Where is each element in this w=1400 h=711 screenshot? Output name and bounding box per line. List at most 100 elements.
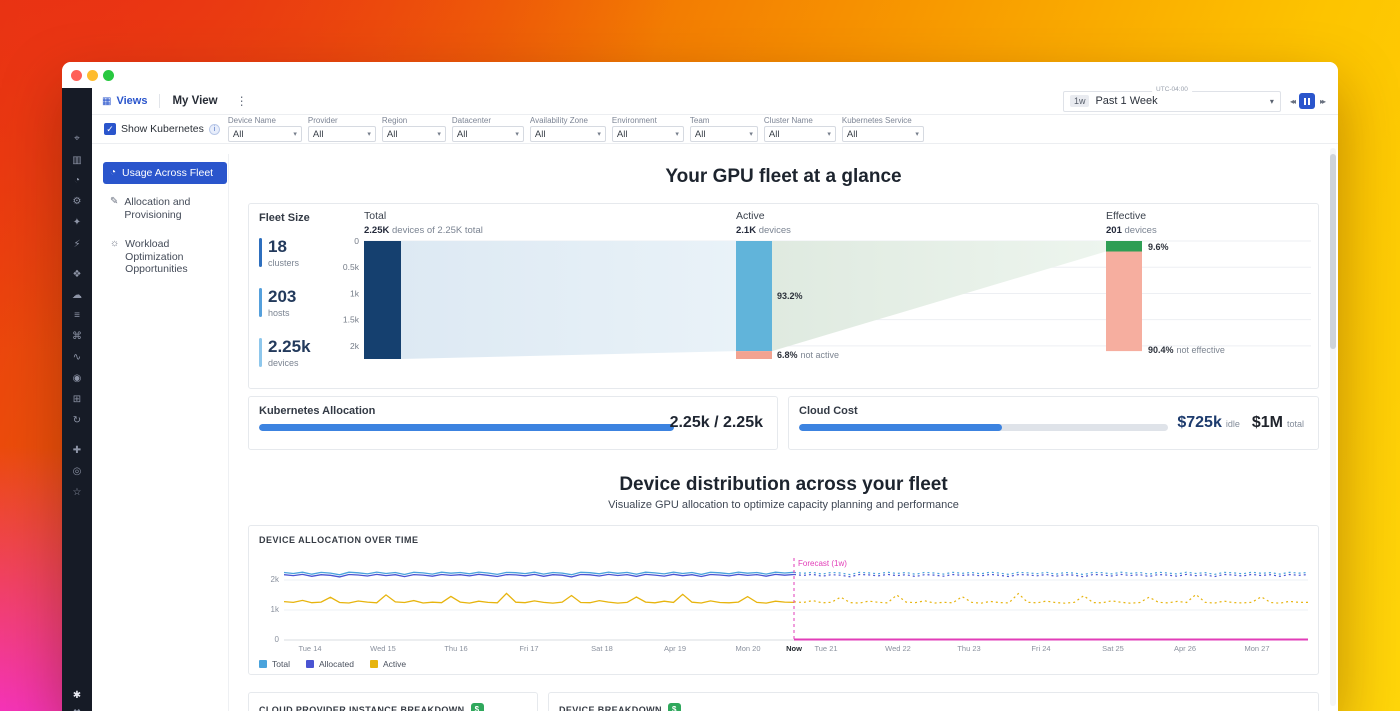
savings-badge-icon: $ [668, 703, 681, 711]
errors-icon[interactable]: ✚ [62, 445, 92, 457]
playback-controls: ◂◂ ▸▸ [1290, 93, 1324, 109]
filter-select-device-name[interactable]: All▾ [228, 126, 302, 142]
sankey-col-active: Active2.1K devices [736, 210, 791, 236]
cloud-icon[interactable]: ☁ [62, 290, 92, 302]
svg-text:93.2%: 93.2% [777, 291, 803, 301]
filter-select-region[interactable]: All▾ [382, 126, 446, 142]
notebooks-icon[interactable]: ☆ [62, 487, 92, 499]
cloud-provider-breakdown-header: CLOUD PROVIDER INSTANCE BREAKDOWN $ [259, 703, 484, 711]
x-tick-fri-17: Fri 17 [519, 644, 538, 653]
kubernetes-allocation-card: Kubernetes Allocation 2.25k / 2.25k [248, 396, 778, 450]
window-titlebar [62, 62, 1338, 88]
filter-select-datacenter[interactable]: All▾ [452, 126, 524, 142]
forecast-label: Forecast (1w) [798, 559, 847, 568]
skip-forward-button[interactable]: ▸▸ [1320, 97, 1324, 106]
filter-value: All [847, 129, 858, 140]
y-tick-0: 0 [257, 635, 279, 644]
total-cost-label: total [1287, 419, 1304, 429]
kebab-menu-icon[interactable]: ⋮ [236, 94, 248, 108]
views-button[interactable]: ▦ Views [102, 95, 147, 107]
filter-environment: Environment All ▾ [612, 116, 684, 142]
zoom-window-button[interactable] [103, 70, 114, 81]
svg-text:1.5k: 1.5k [343, 315, 360, 325]
scrollbar[interactable] [1330, 148, 1336, 706]
svg-text:0.5k: 0.5k [343, 262, 360, 272]
glance-title: Your GPU fleet at a glance [248, 166, 1319, 188]
infrastructure-icon[interactable]: ❖ [62, 269, 92, 281]
close-window-button[interactable] [71, 70, 82, 81]
cloud-provider-breakdown-title: CLOUD PROVIDER INSTANCE BREAKDOWN [259, 705, 465, 711]
legend-item-allocated: Allocated [306, 659, 354, 669]
x-tick-apr-19: Apr 19 [664, 644, 686, 653]
savings-badge-icon: $ [471, 703, 484, 711]
tab-my-view[interactable]: My View [172, 95, 217, 107]
filter-value: All [617, 129, 628, 140]
filter-cluster-name: Cluster NameAll▾ [764, 116, 836, 142]
kubernetes-allocation-value: 2.25k / 2.25k [670, 414, 763, 432]
total-cost-value: $1M [1252, 414, 1283, 432]
content-area: ◔Usage Across Fleet✎Allocation and Provi… [92, 144, 1338, 711]
device-breakdown-title: DEVICE BREAKDOWN [559, 705, 662, 711]
series-active-history [284, 593, 794, 603]
distribution-title: Device distribution across your fleet [248, 474, 1319, 496]
x-tick-thu-16: Thu 16 [444, 644, 467, 653]
monitors-icon[interactable]: ↻ [62, 415, 92, 427]
metrics-icon[interactable]: ▥ [62, 155, 92, 167]
security-icon[interactable]: ◉ [62, 373, 92, 385]
skip-back-button[interactable]: ◂◂ [1290, 97, 1294, 106]
filter-label: Environment [612, 116, 684, 125]
filter-label: Provider [308, 116, 376, 125]
x-tick-mon-20: Mon 20 [735, 644, 760, 653]
filter-label: Region [382, 116, 446, 125]
chevron-down-icon: ▾ [827, 130, 831, 138]
col-title: Active [736, 210, 791, 222]
kubernetes-allocation-title: Kubernetes Allocation [259, 405, 375, 417]
logs-icon[interactable]: ≡ [62, 310, 92, 322]
filter-group: Device NameAll▾ProviderAll▾RegionAll▾Dat… [228, 116, 930, 142]
chevron-down-icon: ▾ [437, 130, 441, 138]
show-kubernetes-checkbox[interactable]: ✓ Show Kubernetes i [104, 123, 220, 135]
time-range-picker[interactable]: UTC-04:00 1w Past 1 Week ▾ [1063, 91, 1281, 112]
chevron-down-icon: ▾ [915, 130, 919, 138]
col-title: Effective [1106, 210, 1157, 222]
filter-value: All [769, 129, 780, 140]
legend-swatch [259, 660, 267, 668]
filter-label: Team [690, 116, 758, 125]
pointer-icon[interactable]: ⌖ [62, 133, 92, 145]
minimize-window-button[interactable] [87, 70, 98, 81]
info-icon: i [209, 124, 220, 135]
profiling-icon[interactable]: ◎ [62, 466, 92, 478]
events-icon[interactable]: ⚡ [62, 239, 92, 251]
show-kubernetes-label: Show Kubernetes [121, 123, 204, 135]
range-chip: 1w [1070, 95, 1090, 107]
sankey-col-effective: Effective201 devices [1106, 210, 1157, 236]
sankey-col-total: Total2.25K devices of 2.25K total [364, 210, 483, 236]
filter-kubernetes-service: Kubernetes ServiceAll▾ [842, 116, 924, 142]
filter-select-team[interactable]: All▾ [690, 126, 758, 142]
dashboards-icon[interactable]: ⊞ [62, 394, 92, 406]
filter-team: TeamAll▾ [690, 116, 758, 142]
view-toolbar: ▦ Views My View ⋮ UTC-04:00 1w Past 1 We… [92, 88, 1338, 115]
filter-select-availability-zone[interactable]: All▾ [530, 126, 606, 142]
filter-provider: ProviderAll▾ [308, 116, 376, 142]
views-label: Views [116, 95, 147, 107]
pause-button[interactable] [1299, 93, 1315, 109]
fleet-funnel-chart: 00.5k1k1.5k2k93.2%6.8%not active9.6%90.4… [249, 234, 1320, 368]
integrations-icon[interactable]: ⚙ [62, 196, 92, 208]
filter-select-environment[interactable]: All ▾ [612, 126, 684, 142]
synthetics-icon[interactable]: ∿ [62, 352, 92, 364]
watchdog-icon[interactable]: ◔ [62, 175, 92, 187]
filter-select-cluster-name[interactable]: All ▾ [764, 126, 836, 142]
chevron-down-icon: ▾ [675, 130, 679, 138]
bits-ai-icon[interactable]: ✱ [62, 690, 92, 702]
filter-bar: ✓ Show Kubernetes i Device NameAll▾Provi… [92, 115, 1338, 144]
filter-device-name: Device NameAll▾ [228, 116, 302, 142]
range-label: Past 1 Week [1095, 95, 1263, 107]
apm-icon[interactable]: ✦ [62, 217, 92, 229]
filter-select-kubernetes-service[interactable]: All ▾ [842, 126, 924, 142]
scrollbar-thumb[interactable] [1330, 154, 1336, 349]
chevron-down-icon: ▾ [749, 130, 753, 138]
product-sidebar: ⌖▥◔⚙✦⚡❖☁≡⌘∿◉⊞↻✚◎☆✱✖ [62, 88, 92, 711]
ci-cd-icon[interactable]: ⌘ [62, 331, 92, 343]
filter-select-provider[interactable]: All▾ [308, 126, 376, 142]
